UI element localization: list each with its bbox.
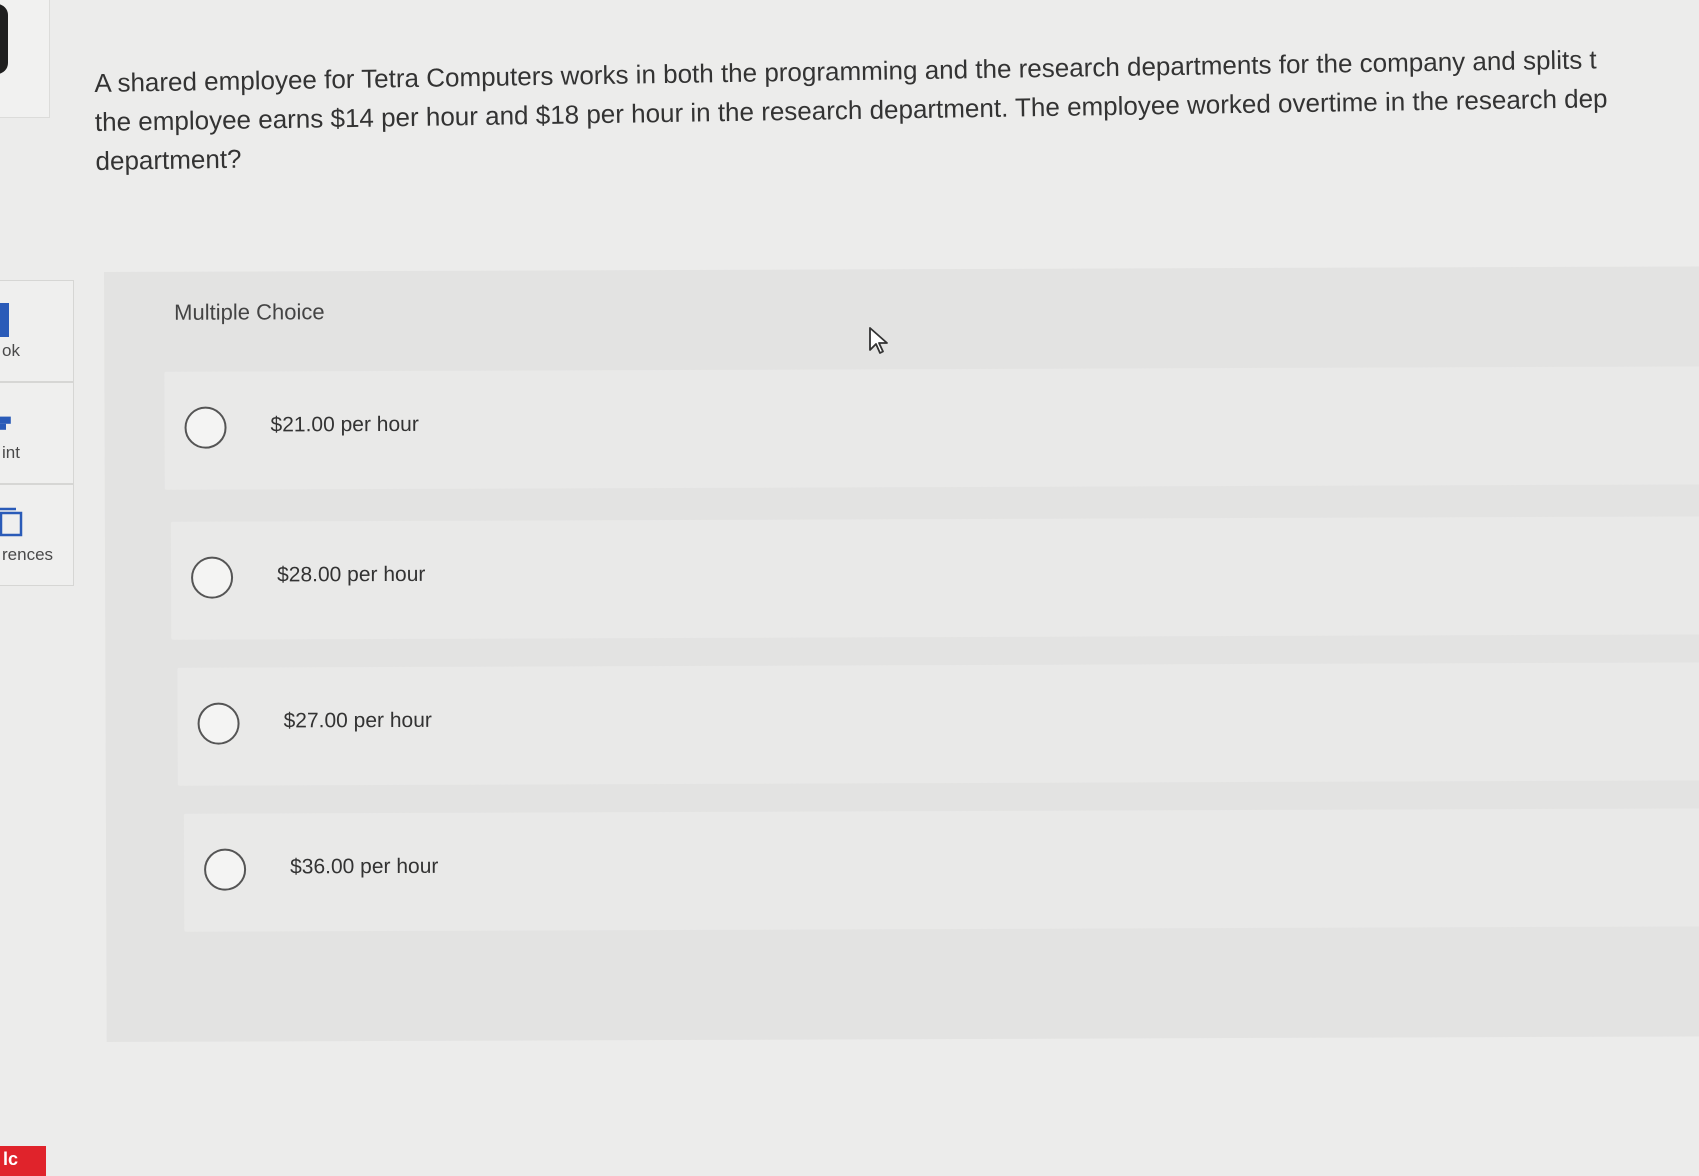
sidebar-item-label: ok bbox=[2, 341, 20, 360]
top-control-dot[interactable] bbox=[0, 4, 8, 74]
option-2[interactable]: $28.00 per hour bbox=[170, 516, 1699, 640]
option-4[interactable]: $36.00 per hour bbox=[183, 808, 1699, 932]
radio-button[interactable] bbox=[190, 556, 234, 599]
option-label: $28.00 per hour bbox=[277, 562, 426, 587]
option-1[interactable]: $21.00 per hour bbox=[164, 366, 1699, 490]
sidebar-item-references[interactable]: rences bbox=[0, 484, 74, 586]
radio-button[interactable] bbox=[204, 848, 247, 891]
top-tab bbox=[0, 0, 50, 118]
sidebar-item-ebook[interactable]: ok bbox=[0, 280, 74, 382]
multiple-choice-header: Multiple Choice bbox=[174, 299, 325, 325]
references-icon bbox=[0, 507, 23, 537]
tool-strip: ok int rences bbox=[0, 280, 74, 586]
mouse-cursor-icon bbox=[869, 327, 888, 354]
sidebar-item-label: rences bbox=[2, 545, 54, 564]
print-icon bbox=[0, 416, 11, 430]
sidebar-item-label: int bbox=[2, 443, 20, 462]
question-text: A shared employee for Tetra Computers wo… bbox=[94, 39, 1696, 181]
radio-button[interactable] bbox=[197, 702, 240, 745]
brand-logo: lc bbox=[0, 1146, 46, 1176]
option-label: $27.00 per hour bbox=[283, 708, 432, 733]
radio-button[interactable] bbox=[184, 406, 227, 449]
option-label: $36.00 per hour bbox=[290, 854, 439, 879]
book-icon bbox=[0, 303, 9, 337]
options-list: $21.00 per hour $28.00 per hour $27.00 p… bbox=[164, 366, 1699, 932]
option-3[interactable]: $27.00 per hour bbox=[177, 662, 1699, 786]
option-label: $21.00 per hour bbox=[270, 412, 419, 437]
sidebar-item-print[interactable]: int bbox=[0, 382, 74, 484]
multiple-choice-panel: Multiple Choice $21.00 per hour $28.00 p… bbox=[104, 266, 1699, 1042]
